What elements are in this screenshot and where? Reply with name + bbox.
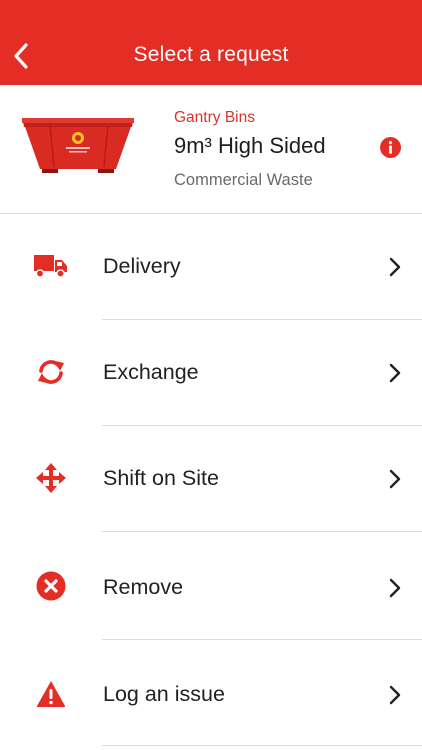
menu-item-label: Shift on Site <box>103 466 219 490</box>
menu-item-label: Log an issue <box>103 682 225 706</box>
remove-circle-icon <box>36 571 66 601</box>
waste-type: Commercial Waste <box>174 171 313 189</box>
chevron-right-icon <box>389 363 401 383</box>
menu-item-label: Delivery <box>103 254 181 278</box>
app-header: Select a request <box>0 0 422 85</box>
chevron-right-icon <box>389 578 401 598</box>
chevron-right-icon <box>389 257 401 277</box>
warning-icon <box>36 681 66 707</box>
skip-bin-image <box>22 118 134 173</box>
chevron-right-icon <box>389 469 401 489</box>
menu-item-label: Exchange <box>103 360 199 384</box>
menu-item-shift-on-site[interactable]: Shift on Site <box>0 426 422 532</box>
product-card: Gantry Bins 9m³ High Sided Commercial Wa… <box>0 85 422 214</box>
info-icon <box>380 137 401 158</box>
menu-item-remove[interactable]: Remove <box>0 532 422 640</box>
menu-item-exchange[interactable]: Exchange <box>0 320 422 426</box>
page-title: Select a request <box>133 43 289 66</box>
chevron-right-icon <box>389 685 401 705</box>
refresh-icon <box>38 360 64 384</box>
product-category: Gantry Bins <box>174 109 255 126</box>
request-menu: Delivery Exchange Shift on Site Remove L… <box>0 214 422 746</box>
menu-item-delivery[interactable]: Delivery <box>0 214 422 320</box>
truck-icon <box>34 255 67 278</box>
product-name: 9m³ High Sided <box>174 133 326 158</box>
info-button[interactable] <box>380 137 401 158</box>
move-arrows-icon <box>36 463 66 493</box>
divider <box>102 745 422 746</box>
menu-item-label: Remove <box>103 575 184 599</box>
menu-item-log-an-issue[interactable]: Log an issue <box>0 640 422 746</box>
